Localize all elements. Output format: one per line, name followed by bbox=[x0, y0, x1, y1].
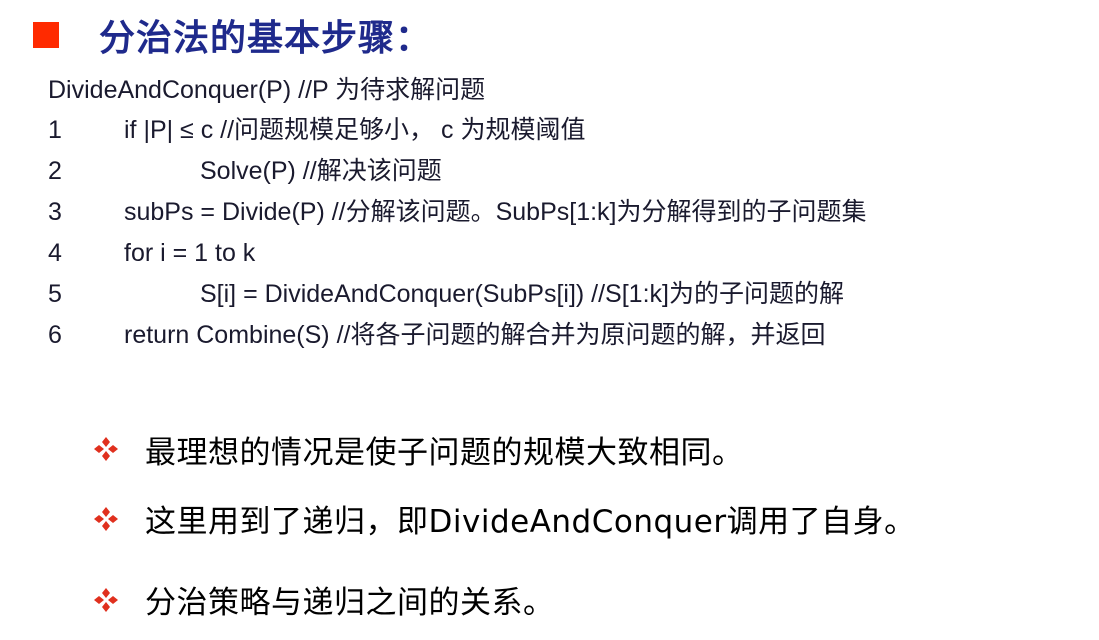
pseudocode-block: DivideAndConquer(P) //P 为待求解问题 1 if |P| … bbox=[48, 70, 867, 356]
line-number: 1 bbox=[48, 116, 62, 144]
red-square-icon bbox=[33, 22, 59, 48]
code-line: 3 subPs = Divide(P) //分解该问题。SubPs[1:k]为分… bbox=[48, 192, 867, 233]
bullet-list: 最理想的情况是使子问题的规模大致相同。 这里用到了递归，即DivideAndCo… bbox=[93, 420, 916, 640]
line-number: 5 bbox=[48, 280, 62, 308]
code-line: 5 S[i] = DivideAndConquer(SubPs[i]) //S[… bbox=[48, 274, 844, 315]
code-text: S[i] = DivideAndConquer(SubPs[i]) //S[1:… bbox=[200, 280, 844, 308]
bullet-item: 这里用到了递归，即DivideAndConquer调用了自身。 bbox=[93, 478, 916, 559]
bullet-text: 分治策略与递归之间的关系。 bbox=[145, 585, 555, 621]
code-text: subPs = Divide(P) //分解该问题。SubPs[1:k]为分解得… bbox=[124, 198, 867, 226]
code-line: 2 Solve(P) //解决该问题 bbox=[48, 151, 485, 192]
four-diamond-bullet-icon bbox=[94, 587, 118, 612]
bullet-text: 这里用到了递归，即DivideAndConquer调用了自身。 bbox=[145, 504, 916, 540]
line-number: 6 bbox=[48, 321, 62, 349]
code-text: return Combine(S) //将各子问题的解合并为原问题的解，并返回 bbox=[124, 321, 826, 349]
line-number: 2 bbox=[48, 157, 62, 185]
code-line: 1 if |P| ≤ c //问题规模足够小， c 为规模阈值 bbox=[48, 110, 585, 151]
code-text: if |P| ≤ c //问题规模足够小， c 为规模阈值 bbox=[124, 116, 586, 144]
pseudocode-header: DivideAndConquer(P) //P 为待求解问题 bbox=[48, 76, 486, 104]
code-text: for i = 1 to k bbox=[124, 239, 256, 267]
four-diamond-bullet-icon bbox=[94, 437, 118, 461]
slide-title-row: 分治法的基本步骤： bbox=[33, 10, 432, 60]
bullet-item: 最理想的情况是使子问题的规模大致相同。 bbox=[93, 420, 916, 478]
code-line: 6 return Combine(S) //将各子问题的解合并为原问题的解，并返… bbox=[48, 315, 825, 356]
code-line: 4 for i = 1 to k bbox=[48, 233, 485, 274]
four-diamond-bullet-icon bbox=[94, 506, 118, 531]
line-number: 3 bbox=[48, 198, 62, 226]
code-text: Solve(P) //解决该问题 bbox=[200, 157, 442, 185]
slide-title: 分治法的基本步骤： bbox=[99, 18, 433, 59]
line-number: 4 bbox=[48, 239, 62, 267]
bullet-text: 最理想的情况是使子问题的规模大致相同。 bbox=[145, 434, 744, 471]
bullet-item: 分治策略与递归之间的关系。 bbox=[93, 559, 916, 640]
